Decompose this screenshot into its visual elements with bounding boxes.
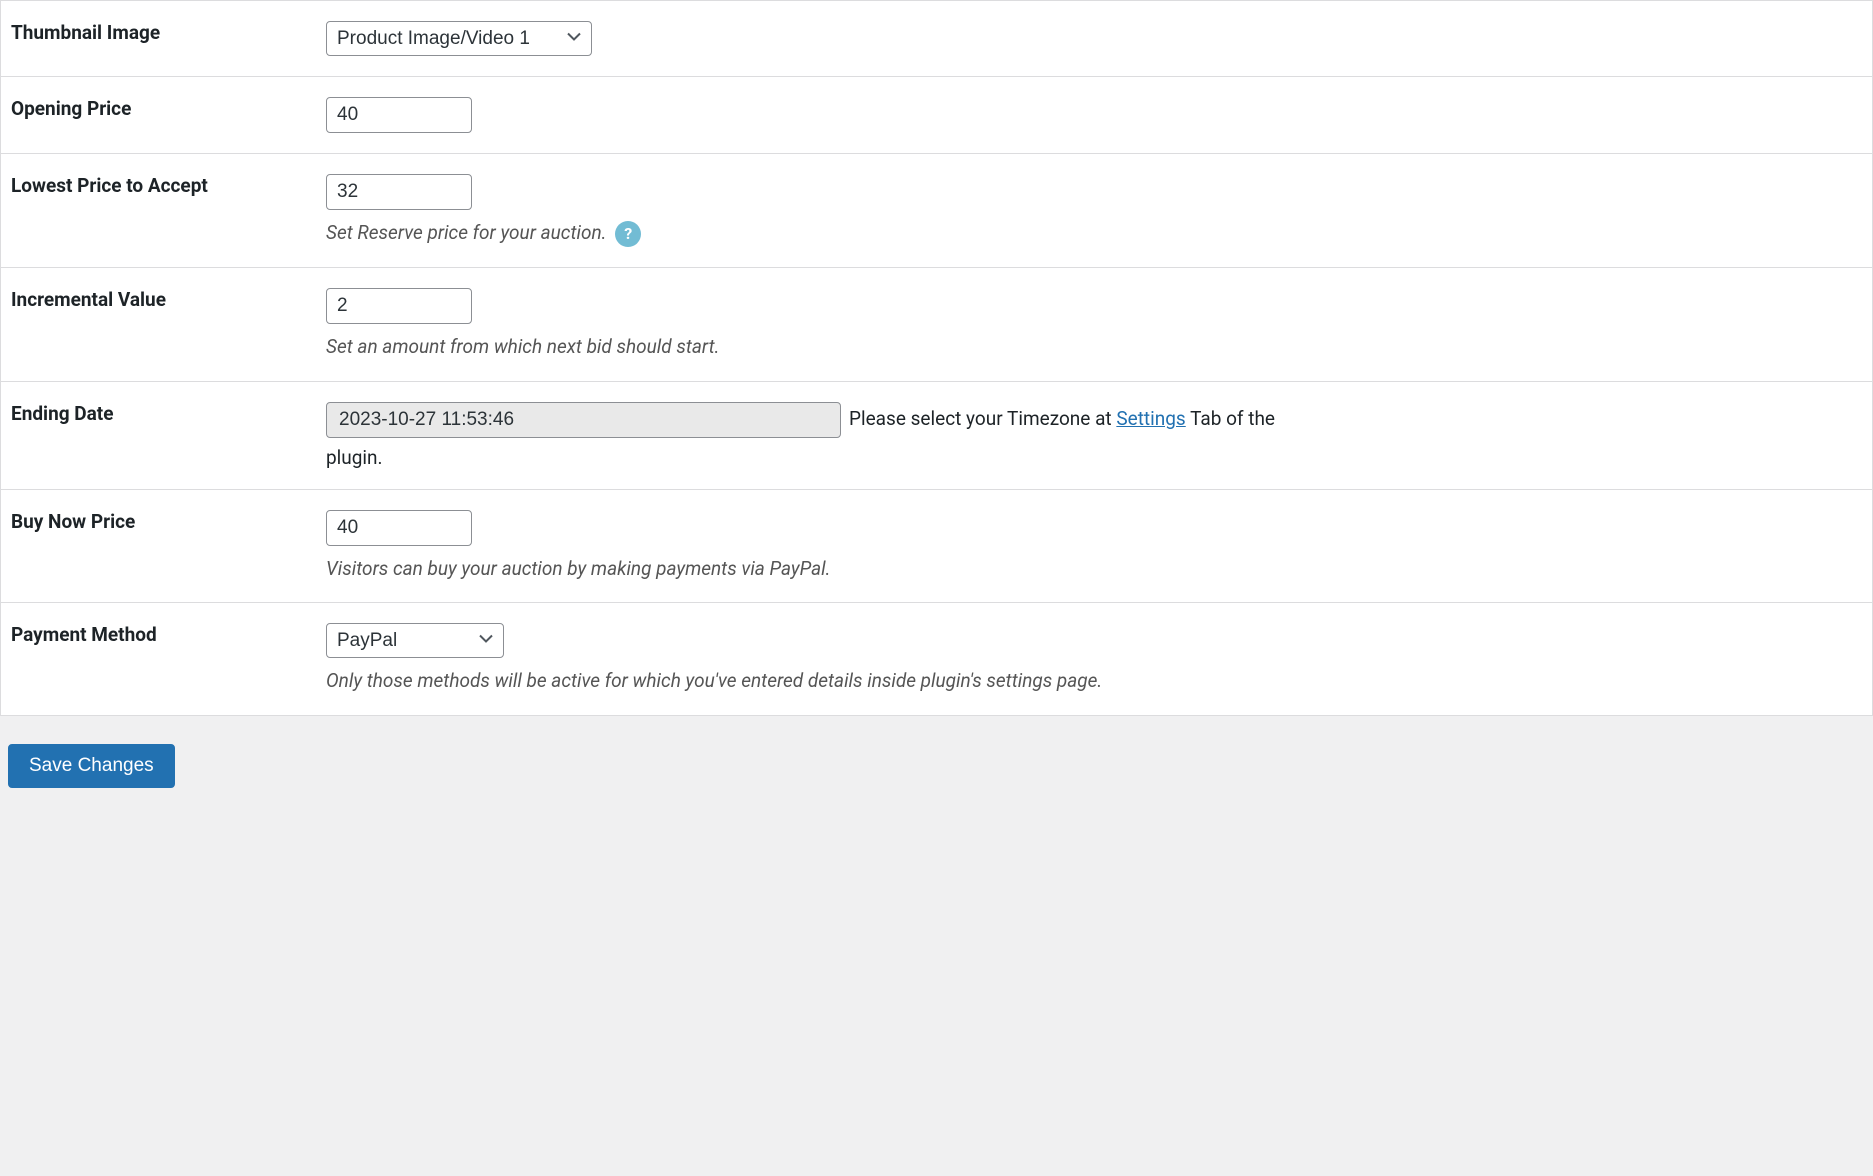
opening-price-field-cell [326, 97, 1872, 133]
buy-now-row: Buy Now Price Visitors can buy your auct… [1, 490, 1872, 604]
incremental-input[interactable] [326, 288, 472, 324]
buy-now-help: Visitors can buy your auction by making … [326, 556, 1852, 583]
buy-now-field-cell: Visitors can buy your auction by making … [326, 510, 1872, 583]
payment-method-help: Only those methods will be active for wh… [326, 668, 1852, 695]
help-icon[interactable]: ? [615, 221, 641, 247]
ending-date-row: Ending Date Please select your Timezone … [1, 382, 1872, 490]
ending-date-help-inline: Please select your Timezone at Settings … [849, 407, 1275, 430]
ending-date-field-cell: Please select your Timezone at Settings … [326, 402, 1872, 469]
save-button[interactable]: Save Changes [8, 744, 175, 788]
buy-now-label: Buy Now Price [1, 510, 326, 583]
payment-method-label: Payment Method [1, 623, 326, 695]
lowest-price-row: Lowest Price to Accept Set Reserve price… [1, 154, 1872, 268]
ending-date-help-line2: plugin. [326, 446, 1852, 469]
payment-method-select[interactable]: PayPal [326, 623, 504, 658]
thumbnail-select-wrap: Product Image/Video 1 [326, 21, 592, 56]
lowest-price-help: Set Reserve price for your auction. ? [326, 220, 1852, 247]
incremental-label: Incremental Value [1, 288, 326, 361]
lowest-price-help-text: Set Reserve price for your auction. [326, 221, 607, 244]
incremental-row: Incremental Value Set an amount from whi… [1, 268, 1872, 382]
opening-price-input[interactable] [326, 97, 472, 133]
thumbnail-label: Thumbnail Image [1, 21, 326, 56]
settings-link[interactable]: Settings [1116, 407, 1185, 430]
buy-now-input[interactable] [326, 510, 472, 546]
lowest-price-input[interactable] [326, 174, 472, 210]
settings-form-table: Thumbnail Image Product Image/Video 1 Op… [0, 0, 1873, 716]
thumbnail-row: Thumbnail Image Product Image/Video 1 [1, 1, 1872, 77]
opening-price-label: Opening Price [1, 97, 326, 133]
payment-method-select-wrap: PayPal [326, 623, 504, 658]
thumbnail-select[interactable]: Product Image/Video 1 [326, 21, 592, 56]
opening-price-row: Opening Price [1, 77, 1872, 154]
incremental-field-cell: Set an amount from which next bid should… [326, 288, 1872, 361]
ending-date-help-suffix: Tab of the [1186, 407, 1275, 430]
ending-date-input[interactable] [326, 402, 841, 438]
payment-method-row: Payment Method PayPal Only those methods… [1, 603, 1872, 715]
incremental-help: Set an amount from which next bid should… [326, 334, 1852, 361]
lowest-price-field-cell: Set Reserve price for your auction. ? [326, 174, 1872, 247]
ending-date-label: Ending Date [1, 402, 326, 469]
payment-method-field-cell: PayPal Only those methods will be active… [326, 623, 1872, 695]
lowest-price-label: Lowest Price to Accept [1, 174, 326, 247]
ending-date-help-prefix: Please select your Timezone at [849, 407, 1116, 430]
thumbnail-field-cell: Product Image/Video 1 [326, 21, 1872, 56]
